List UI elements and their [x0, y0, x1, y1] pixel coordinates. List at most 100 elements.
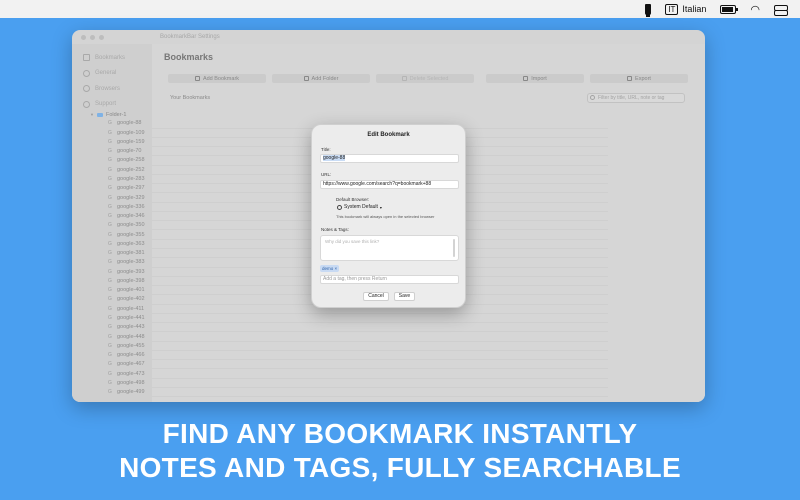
cancel-button[interactable]: Cancel — [363, 292, 389, 301]
battery-icon — [720, 4, 739, 14]
bookmark-row[interactable]: Ggoogle-448 — [96, 332, 608, 342]
sidebar-item-bookmarks[interactable]: Bookmarks — [72, 50, 152, 66]
bookmark-row[interactable]: Ggoogle-443 — [96, 323, 608, 333]
bookmarks-subheading: Your Bookmarks — [170, 95, 211, 101]
flashlight-status-item[interactable] — [645, 3, 652, 17]
battery-status-item[interactable] — [720, 4, 739, 14]
bookmark-row[interactable]: Ggoogle-466 — [96, 351, 608, 361]
google-favicon-icon: G — [108, 352, 112, 359]
add-bookmark-label: Add Bookmark — [202, 75, 240, 82]
control-center-icon — [774, 4, 788, 16]
google-favicon-icon: G — [108, 379, 112, 386]
google-favicon-icon: G — [108, 268, 112, 275]
folder-plus-icon — [303, 76, 309, 81]
bookmark-row[interactable]: Ggoogle-441 — [96, 314, 608, 324]
google-favicon-icon: G — [108, 259, 112, 266]
bookmark-icon — [83, 54, 90, 62]
caption-line-2: NOTES AND TAGS, FULLY SEARCHABLE — [119, 452, 681, 483]
zoom-window-button[interactable] — [99, 35, 104, 40]
bookmark-title: google-346 — [117, 213, 145, 220]
google-favicon-icon: G — [108, 120, 112, 127]
notes-tags-label: Notes & Tags: — [321, 227, 349, 232]
title-field-value: google-88 — [323, 155, 346, 161]
google-favicon-icon: G — [108, 129, 112, 136]
bookmark-title: google-398 — [117, 277, 145, 284]
bookmark-title: google-363 — [117, 240, 145, 247]
default-browser-value: System Default — [344, 204, 378, 210]
input-source-menu[interactable]: IT Italian — [665, 3, 706, 15]
folder-row[interactable]: ▼ Folder-1 — [90, 110, 608, 119]
bookmark-row[interactable]: Ggoogle-498 — [96, 379, 608, 388]
close-window-button[interactable] — [81, 35, 86, 40]
default-browser-label: Default Browser: — [336, 197, 370, 202]
wifi-icon: ◠ — [750, 3, 760, 16]
input-source-code: IT — [665, 3, 679, 15]
bookmark-title: google-448 — [117, 333, 145, 340]
bookmark-title: google-473 — [117, 370, 145, 377]
bookmark-title: google-258 — [117, 157, 145, 164]
google-favicon-icon: G — [108, 176, 112, 183]
google-favicon-icon: G — [108, 250, 112, 257]
google-favicon-icon: G — [108, 166, 112, 173]
sidebar-item-label: Bookmarks — [95, 54, 126, 61]
add-bookmark-button[interactable]: Add Bookmark — [168, 74, 266, 83]
title-field[interactable]: google-88 — [320, 154, 459, 163]
bookmark-title: google-283 — [117, 176, 145, 183]
wifi-status-item[interactable]: ◠ — [750, 3, 760, 16]
edit-bookmark-dialog: Edit Bookmark Title: google-88 URL: http… — [311, 124, 466, 308]
tag-input-placeholder: Add a tag, then press Return — [323, 276, 387, 282]
google-favicon-icon: G — [108, 194, 112, 201]
default-browser-hint: This bookmark will always open in the se… — [336, 214, 435, 219]
filter-input[interactable]: Filter by title, URL, note or tag — [587, 93, 685, 103]
export-label: Export — [635, 75, 651, 82]
google-favicon-icon: G — [108, 240, 112, 247]
bookmark-row[interactable]: Ggoogle-455 — [96, 342, 608, 351]
export-icon — [627, 76, 633, 81]
caption-line-1: FIND ANY BOOKMARK INSTANTLY — [162, 418, 638, 449]
export-button[interactable]: Export — [590, 74, 688, 83]
bookmark-row[interactable]: Ggoogle-473 — [96, 369, 608, 379]
bookmark-title: google-441 — [117, 315, 145, 321]
google-favicon-icon: G — [108, 333, 112, 340]
bookmark-title: google-109 — [117, 129, 145, 136]
sidebar-item-label: Browsers — [95, 85, 121, 92]
tag-chip-label: demo — [322, 266, 334, 271]
notes-textarea[interactable]: Why did you save this link? — [320, 235, 459, 261]
bookmark-row[interactable]: Ggoogle-499 — [96, 388, 608, 398]
dialog-title: Edit Bookmark — [367, 132, 410, 138]
folder-icon — [96, 112, 103, 117]
google-favicon-icon: G — [108, 157, 112, 164]
google-favicon-icon: G — [108, 389, 112, 396]
url-field-value: https://www.google.com/search?q=bookmark… — [323, 181, 432, 187]
window-title: BookmarkBar Settings — [160, 34, 220, 40]
disclosure-triangle-icon[interactable]: ▼ — [90, 112, 94, 117]
add-folder-button[interactable]: Add Folder — [272, 74, 370, 83]
import-button[interactable]: Import — [486, 74, 584, 83]
delete-selected-button[interactable]: Delete Selected — [376, 74, 474, 83]
google-favicon-icon: G — [108, 370, 112, 377]
sidebar-item-general[interactable]: General — [72, 66, 152, 82]
bookmark-row[interactable]: Ggoogle-467 — [96, 360, 608, 370]
save-button[interactable]: Save — [394, 292, 415, 301]
tag-input[interactable]: Add a tag, then press Return — [320, 275, 459, 284]
url-field[interactable]: https://www.google.com/search?q=bookmark… — [320, 180, 459, 189]
google-favicon-icon: G — [108, 203, 112, 210]
folder-label: Folder-1 — [105, 111, 127, 118]
bookmark-title: google-336 — [117, 203, 145, 210]
notes-scrollbar[interactable] — [453, 239, 455, 257]
page-title: Bookmarks — [164, 52, 214, 62]
default-browser-popup[interactable]: System Default ▾ — [337, 204, 382, 210]
tag-chip[interactable]: demo × — [320, 265, 340, 272]
bookmark-title: google-355 — [117, 231, 145, 238]
notes-placeholder: Why did you save this link? — [325, 239, 380, 244]
search-icon — [590, 95, 595, 100]
bookmark-title: google-499 — [117, 389, 145, 396]
bookmark-title: google-393 — [117, 268, 145, 275]
minimize-window-button[interactable] — [90, 35, 95, 40]
menu-bar: IT Italian ◠ — [0, 0, 800, 18]
sidebar-item-browsers[interactable]: Browsers — [72, 81, 152, 97]
check-circle-icon — [83, 85, 90, 93]
remove-tag-icon[interactable]: × — [335, 266, 338, 271]
import-icon — [523, 76, 529, 81]
control-center-item[interactable] — [774, 4, 788, 16]
